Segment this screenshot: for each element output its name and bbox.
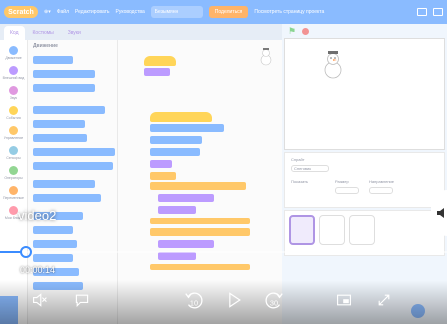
player-controls: 10 30: [0, 280, 447, 324]
fullscreen-button[interactable]: [374, 290, 394, 310]
muted-speaker-icon: [33, 293, 47, 307]
forward-icon: 30: [265, 292, 283, 309]
progress-fill: [0, 251, 23, 253]
speaker-icon: [437, 208, 444, 218]
forward-seconds: 30: [270, 299, 278, 308]
rewind-button[interactable]: 10: [182, 288, 206, 312]
captions-icon: [75, 294, 89, 307]
rewind-seconds: 10: [190, 299, 198, 308]
current-time: 00:00:14: [20, 265, 56, 275]
picture-in-picture-button[interactable]: [334, 290, 354, 310]
screen: Scratch ⊕▾ Файл Редактировать Руководств…: [0, 0, 447, 324]
mute-button[interactable]: [30, 290, 50, 310]
progress-bar[interactable]: [0, 251, 447, 253]
scrubber-handle[interactable]: [20, 246, 32, 258]
picture-in-picture-icon: [337, 294, 351, 306]
player-overlay: [0, 0, 447, 324]
video-title: video2: [18, 208, 57, 223]
forward-button[interactable]: 30: [262, 288, 286, 312]
expand-icon: [378, 294, 390, 306]
volume-slider-handle[interactable]: [431, 190, 447, 236]
captions-button[interactable]: [72, 290, 92, 310]
rewind-icon: 10: [185, 292, 203, 309]
play-button[interactable]: [222, 288, 246, 312]
play-icon: [229, 292, 241, 308]
